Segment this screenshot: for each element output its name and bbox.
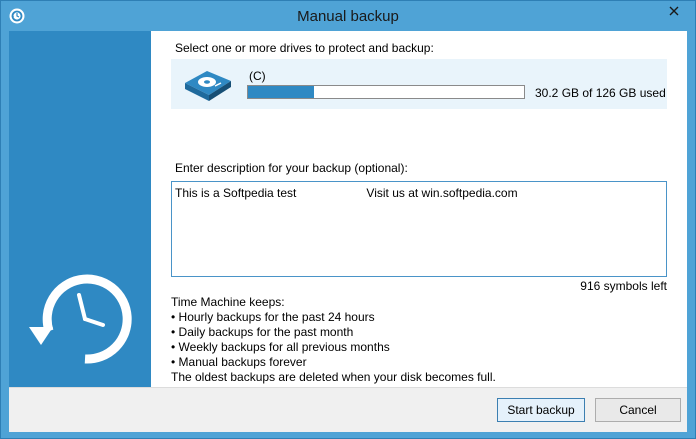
retention-item: • Weekly backups for all previous months bbox=[171, 340, 390, 354]
drive-row-c[interactable]: (C) 30.2 GB of 126 GB used bbox=[171, 59, 667, 109]
cancel-button[interactable]: Cancel bbox=[595, 398, 681, 422]
description-label: Enter description for your backup (optio… bbox=[175, 161, 408, 175]
close-icon bbox=[669, 6, 679, 16]
button-bar: Start backup Cancel bbox=[9, 387, 687, 432]
start-backup-button[interactable]: Start backup bbox=[497, 398, 585, 422]
retention-item: • Hourly backups for the past 24 hours bbox=[171, 310, 375, 324]
drive-usage-text: 30.2 GB of 126 GB used bbox=[535, 86, 666, 100]
close-button[interactable] bbox=[659, 1, 689, 21]
retention-item: • Manual backups forever bbox=[171, 355, 307, 369]
time-machine-icon bbox=[29, 274, 132, 364]
drive-usage-bar bbox=[247, 85, 525, 99]
description-input[interactable]: This is a Softpedia test Visit us at win… bbox=[171, 181, 667, 277]
window-title: Manual backup bbox=[297, 8, 399, 25]
drive-name: (C) bbox=[249, 69, 266, 83]
retention-info: Time Machine keeps: • Hourly backups for… bbox=[171, 295, 496, 385]
dialog-body: Select one or more drives to protect and… bbox=[9, 31, 687, 432]
content-panel: Select one or more drives to protect and… bbox=[151, 31, 687, 387]
title-bar[interactable]: Manual backup bbox=[1, 1, 695, 31]
retention-footer: The oldest backups are deleted when your… bbox=[171, 370, 496, 384]
retention-heading: Time Machine keeps: bbox=[171, 295, 285, 309]
manual-backup-window: Manual backup Select one or more drives … bbox=[0, 0, 696, 439]
hard-drive-icon bbox=[185, 71, 231, 101]
drives-label: Select one or more drives to protect and… bbox=[175, 41, 434, 55]
symbols-left-counter: 916 symbols left bbox=[580, 279, 667, 293]
retention-item: • Daily backups for the past month bbox=[171, 325, 354, 339]
drive-usage-fill bbox=[248, 86, 315, 98]
sidebar-panel bbox=[9, 31, 151, 387]
